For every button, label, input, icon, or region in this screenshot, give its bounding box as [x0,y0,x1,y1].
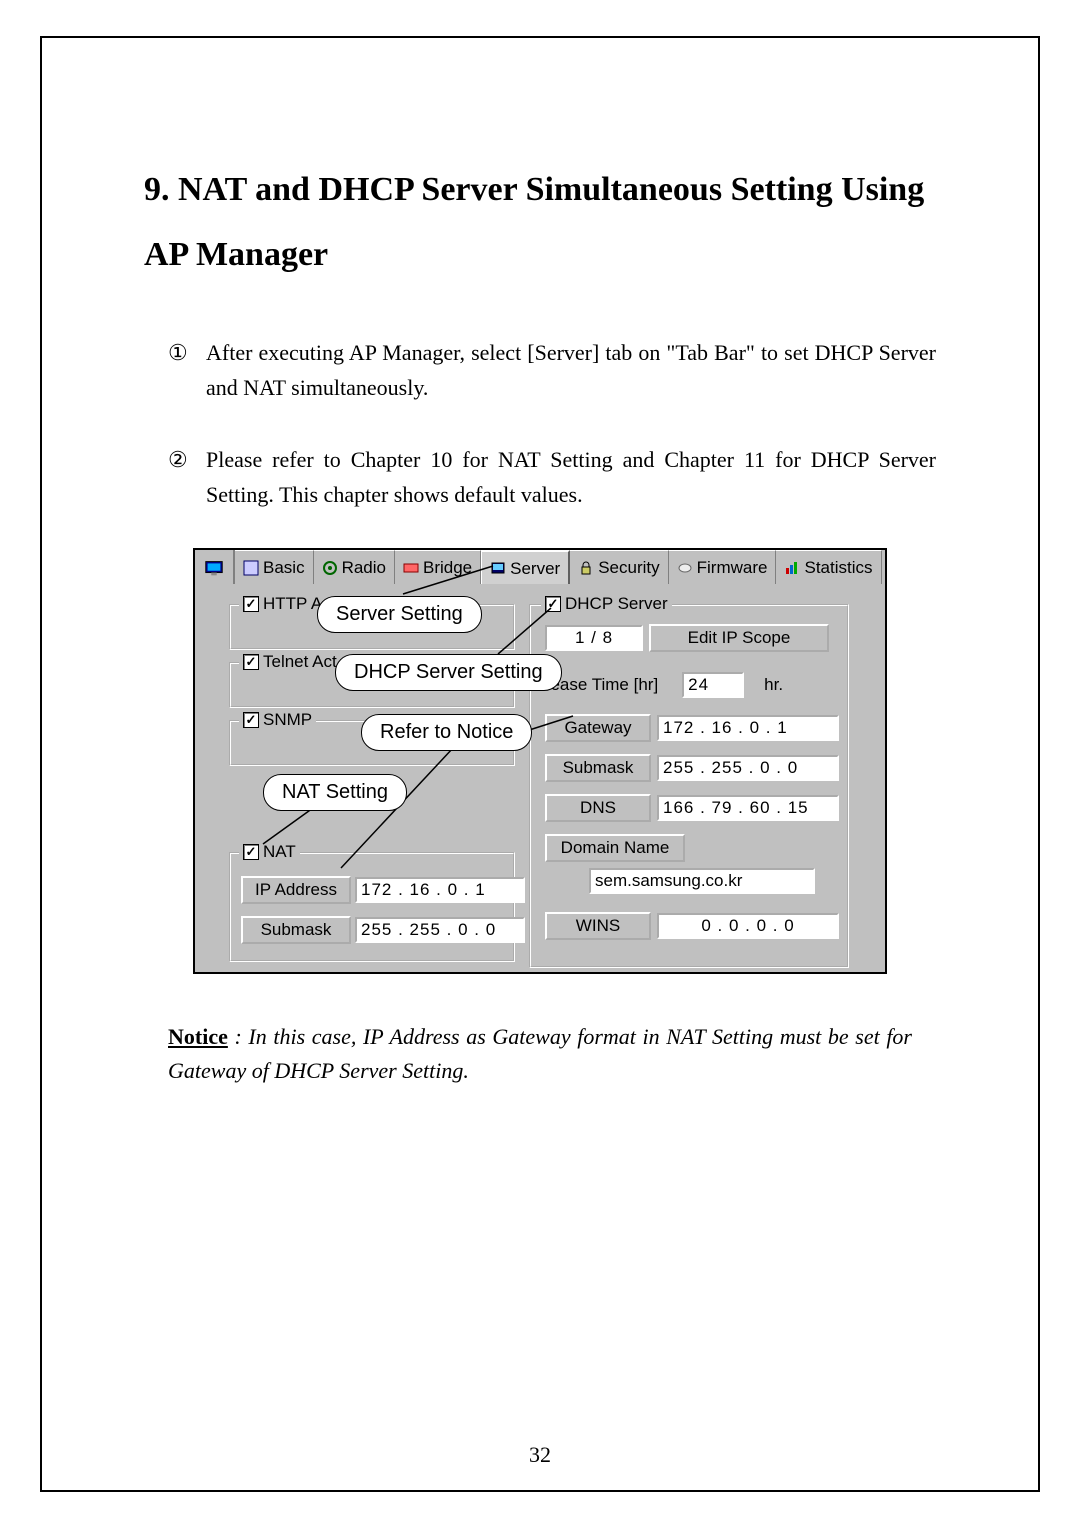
page-number: 32 [42,1442,1038,1468]
nat-ip-input[interactable]: 172 . 16 . 0 . 1 [355,877,525,903]
nat-checkbox[interactable] [243,844,259,860]
step-2-num: ② [168,442,206,512]
nat-submask-input[interactable]: 255 . 255 . 0 . 0 [355,917,525,943]
app-icon [195,550,235,586]
dhcp-label: DHCP Server [565,594,668,614]
tab-security-icon [578,560,594,576]
callout-dhcp-server-setting: DHCP Server Setting [335,654,562,691]
nat-ip-label: IP Address [241,876,351,904]
tab-firmware-label: Firmware [697,558,768,578]
tab-radio-icon [322,560,338,576]
dhcp-submask-input[interactable]: 255 . 255 . 0 . 0 [657,755,839,781]
notice-label: Notice [168,1024,228,1049]
tab-bridge[interactable]: Bridge [395,550,481,586]
tab-bar: Basic Radio Bridge Server Security [193,548,887,588]
tab-firmware-icon [677,560,693,576]
notice-paragraph: Notice : In this case, IP Address as Gat… [144,1020,936,1088]
dhcp-wins-input[interactable]: 0 . 0 . 0 . 0 [657,913,839,939]
tab-security[interactable]: Security [570,550,668,586]
tab-radio[interactable]: Radio [314,550,395,586]
step-1-text: After executing AP Manager, select [Serv… [206,335,936,405]
callout-refer-to-notice: Refer to Notice [361,714,532,751]
tab-basic-icon [243,560,259,576]
dhcp-wins-label: WINS [545,912,651,940]
tab-basic[interactable]: Basic [235,550,314,586]
group-nat: NAT IP Address 172 . 16 . 0 . 1 Submask … [229,852,515,962]
dhcp-gateway-label: Gateway [545,714,651,742]
ap-manager-screenshot: Basic Radio Bridge Server Security [193,548,887,974]
tab-firmware[interactable]: Firmware [669,550,777,586]
snmp-label: SNMP [263,710,312,730]
step-2-text: Please refer to Chapter 10 for NAT Setti… [206,442,936,512]
group-dhcp: DHCP Server 1 / 8 Edit IP Scope Lease Ti… [529,604,849,968]
snmp-checkbox[interactable] [243,712,259,728]
tab-security-label: Security [598,558,659,578]
nat-submask-label: Submask [241,916,351,944]
callout-server-setting: Server Setting [317,596,482,633]
dhcp-domain-label: Domain Name [545,834,685,862]
dhcp-domain-input[interactable]: sem.samsung.co.kr [589,868,815,894]
nat-label: NAT [263,842,296,862]
dhcp-dns-label: DNS [545,794,651,822]
tab-server-label: Server [510,559,560,579]
tab-statistics-icon [784,560,800,576]
dhcp-submask-label: Submask [545,754,651,782]
http-checkbox[interactable] [243,596,259,612]
tab-bridge-label: Bridge [423,558,472,578]
step-1-num: ① [168,335,206,405]
dhcp-scope-count[interactable]: 1 / 8 [545,625,643,651]
tab-server[interactable]: Server [481,550,570,586]
tab-radio-label: Radio [342,558,386,578]
section-heading: 9. NAT and DHCP Server Simultaneous Sett… [144,158,936,287]
dhcp-gateway-input[interactable]: 172 . 16 . 0 . 1 [657,715,839,741]
telnet-label: Telnet Act [263,652,337,672]
tab-server-icon [490,561,506,577]
edit-ip-scope-button[interactable]: Edit IP Scope [649,624,829,652]
lease-time-unit: hr. [764,675,783,695]
steps-list: ① After executing AP Manager, select [Se… [144,335,936,512]
dhcp-checkbox[interactable] [545,596,561,612]
lease-time-input[interactable]: 24 [682,672,744,698]
dhcp-dns-input[interactable]: 166 . 79 . 60 . 15 [657,795,839,821]
http-label: HTTP A [263,594,322,614]
notice-text: : In this case, IP Address as Gateway fo… [168,1024,912,1083]
telnet-checkbox[interactable] [243,654,259,670]
tab-statistics-label: Statistics [804,558,872,578]
tab-statistics[interactable]: Statistics [776,550,881,586]
callout-nat-setting: NAT Setting [263,774,407,811]
tab-bridge-icon [403,560,419,576]
tab-basic-label: Basic [263,558,305,578]
